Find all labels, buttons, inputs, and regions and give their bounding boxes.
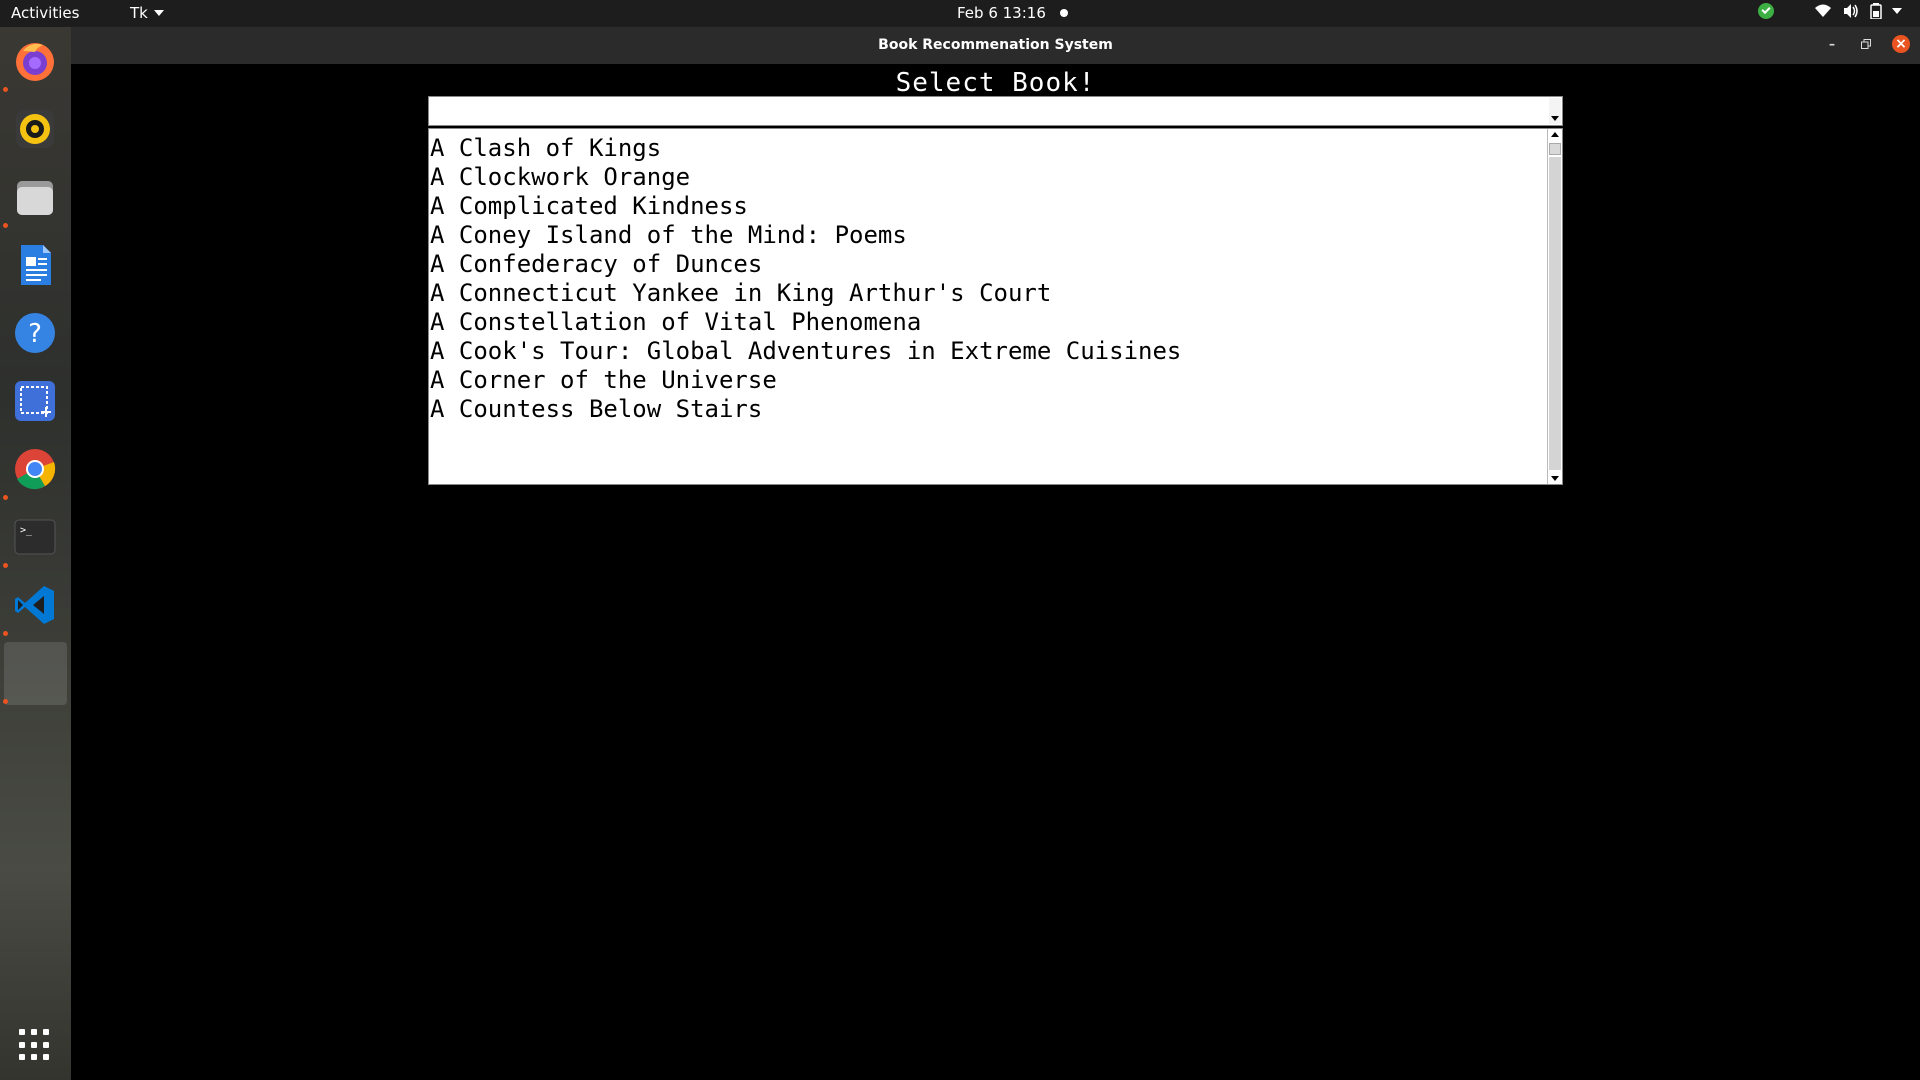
document-icon (21, 245, 51, 285)
list-item[interactable]: A Cook's Tour: Global Adventures in Extr… (429, 337, 1547, 366)
running-indicator (3, 87, 8, 92)
list-item[interactable]: A Confederacy of Dunces (429, 250, 1547, 279)
show-apps-grid-icon[interactable] (19, 1029, 51, 1061)
terminal-icon: >_ (14, 519, 56, 555)
book-search-input[interactable] (431, 99, 1545, 125)
app-menu-label: Tk (130, 4, 148, 22)
list-item[interactable]: A Coney Island of the Mind: Poems (429, 221, 1547, 250)
dock-help[interactable]: ? (9, 307, 61, 359)
close-button[interactable]: × (1892, 35, 1910, 53)
book-combobox[interactable] (428, 96, 1563, 126)
volume-indicator[interactable] (1842, 3, 1860, 19)
battery-icon (1870, 3, 1882, 19)
window-controls: – × (1824, 35, 1910, 53)
system-menu[interactable] (1892, 8, 1902, 14)
svg-text:>_: >_ (20, 525, 33, 536)
chevron-down-icon (153, 10, 164, 16)
scrollbar-trough[interactable] (1549, 157, 1561, 470)
network-indicator[interactable] (1814, 3, 1832, 19)
minimize-button[interactable]: – (1824, 36, 1840, 52)
dock-screenshot[interactable] (9, 375, 61, 427)
dock: ? >_ (0, 27, 71, 1080)
svg-text:?: ? (28, 319, 42, 349)
list-item[interactable]: A Corner of the Universe (429, 366, 1547, 395)
top-bar: Activities Tk Feb 6 13:16 (0, 0, 1920, 27)
list-item[interactable]: A Constellation of Vital Phenomena (429, 308, 1547, 337)
dock-vscode[interactable] (9, 579, 61, 631)
battery-indicator[interactable] (1870, 3, 1882, 19)
wifi-icon (1815, 4, 1831, 17)
running-indicator (3, 563, 8, 568)
system-tray (1758, 3, 1902, 19)
notification-dot-icon (1059, 9, 1068, 17)
dock-terminal[interactable]: >_ (9, 511, 61, 563)
minimize-icon: – (1829, 37, 1835, 51)
firefox-icon (16, 43, 54, 81)
folder-icon (17, 181, 53, 215)
book-list: A Clash of Kings A Clockwork Orange A Co… (429, 134, 1547, 424)
scroll-up-arrow-icon[interactable] (1548, 129, 1562, 141)
list-item[interactable]: A Complicated Kindness (429, 192, 1547, 221)
activities-button[interactable]: Activities (11, 4, 79, 22)
check-shield-icon (1758, 3, 1774, 19)
app-menu[interactable]: Tk (130, 4, 164, 22)
dock-chrome[interactable] (9, 443, 61, 495)
speaker-icon (1844, 4, 1858, 18)
clock-label: Feb 6 13:16 (957, 4, 1046, 22)
list-item[interactable]: A Clockwork Orange (429, 163, 1547, 192)
dock-libreoffice-writer[interactable] (9, 239, 61, 291)
window-title: Book Recommenation System (878, 37, 1113, 53)
update-indicator[interactable] (1758, 3, 1804, 19)
rhythmbox-icon (16, 110, 54, 148)
page-title: Select Book! (895, 68, 1096, 98)
window-titlebar[interactable]: Book Recommenation System – × (71, 27, 1920, 64)
running-indicator (3, 223, 8, 228)
close-icon: × (1895, 36, 1907, 52)
restore-button[interactable] (1858, 36, 1874, 52)
restore-icon (1861, 39, 1871, 49)
window-content: Select Book! A Clash of Kings A Clockwor… (71, 64, 1920, 1080)
chrome-icon (15, 449, 56, 490)
list-item[interactable]: A Countess Below Stairs (429, 395, 1547, 424)
screenshot-icon (15, 381, 55, 421)
scroll-down-arrow-icon[interactable] (1548, 472, 1562, 484)
dock-tk-app[interactable] (4, 642, 67, 705)
dock-rhythmbox[interactable] (9, 103, 61, 155)
clock[interactable]: Feb 6 13:16 (957, 4, 1068, 22)
book-listbox[interactable]: A Clash of Kings A Clockwork Orange A Co… (428, 128, 1563, 485)
scrollbar-thumb[interactable] (1549, 143, 1561, 155)
chevron-down-icon (1892, 8, 1902, 14)
vscode-icon (15, 586, 54, 624)
help-icon: ? (15, 313, 55, 353)
dock-files[interactable] (9, 171, 61, 223)
dock-firefox[interactable] (9, 35, 61, 87)
list-item[interactable]: A Connecticut Yankee in King Arthur's Co… (429, 279, 1547, 308)
running-indicator (3, 495, 8, 500)
running-indicator (3, 699, 8, 704)
running-indicator (3, 631, 8, 636)
vertical-scrollbar[interactable] (1547, 129, 1562, 484)
list-item[interactable]: A Clash of Kings (429, 134, 1547, 163)
combobox-dropdown-button[interactable] (1549, 98, 1561, 124)
